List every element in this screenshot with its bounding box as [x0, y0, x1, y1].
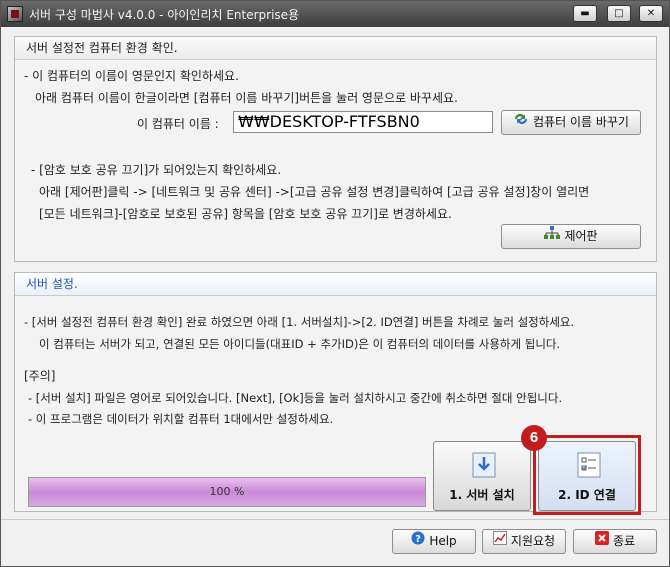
server-setup-wizard-window: 서버 구성 마법사 v4.0.0 - 아이인리치 Enterprise용 ▬ □… — [0, 0, 670, 567]
rename-computer-label: 컴퓨터 이름 바꾸기 — [533, 115, 629, 129]
rename-computer-button[interactable]: 컴퓨터 이름 바꾸기 — [501, 110, 641, 135]
close-button[interactable]: ✕ — [639, 5, 663, 22]
download-arrow-icon — [472, 452, 496, 478]
network-icon — [544, 225, 561, 248]
minimize-button[interactable]: ▬ — [573, 5, 597, 22]
window-title: 서버 구성 마법사 v4.0.0 - 아이인리치 Enterprise용 — [29, 8, 300, 22]
computer-name-label: 이 컴퓨터 이름 : — [137, 117, 219, 131]
server-line-1: - [서버 설정전 컴퓨터 환경 확인] 완료 하였으면 아래 [1. 서버설치… — [24, 315, 575, 329]
server-setup-header: 서버 설정. — [15, 273, 656, 296]
notice-line-2: - 이 프로그램은 데이터가 위치할 컴퓨터 1대에서만 설정하세요. — [28, 412, 334, 426]
step-number-badge: 6 — [521, 425, 547, 451]
env-line-4: 아래 [제어판]클릭 -> [네트워크 및 공유 센터] ->[고급 공유 설정… — [39, 185, 590, 199]
install-progress-bar: 100 % — [28, 477, 426, 507]
notice-title: [주의] — [24, 369, 56, 383]
progress-label: 100 % — [209, 485, 245, 498]
refresh-icon — [513, 111, 529, 134]
install-server-label: 1. 서버 설치 — [449, 488, 515, 502]
close-icon — [594, 530, 609, 553]
env-line-3: - [암호 보호 공유 끄기]가 되어있는지 확인하세요. — [31, 163, 282, 177]
support-request-label: 지원요청 — [510, 534, 556, 548]
server-line-2: 이 컴퓨터는 서버가 되고, 연결된 모든 아이디들(대표ID + 추가ID)은… — [39, 337, 561, 351]
footer-divider — [1, 519, 669, 520]
env-check-header: 서버 설정전 컴퓨터 환경 확인. — [15, 37, 656, 60]
install-server-button[interactable]: 1. 서버 설치 — [433, 441, 531, 511]
control-panel-button[interactable]: 제어판 — [501, 224, 641, 249]
chart-icon — [492, 530, 507, 553]
help-label: Help — [429, 534, 457, 548]
help-button[interactable]: ? Help — [392, 529, 476, 554]
help-icon: ? — [411, 530, 425, 553]
env-line-1: - 이 컴퓨터의 이름이 영문인지 확인하세요. — [24, 69, 239, 83]
app-icon — [7, 6, 23, 22]
step-highlight-box — [533, 435, 641, 515]
svg-text:?: ? — [415, 534, 421, 545]
exit-label: 종료 — [612, 534, 636, 548]
env-line-2: 아래 컴퓨터 이름이 한글이라면 [컴퓨터 이름 바꾸기]버튼을 눌러 영문으로… — [35, 91, 458, 105]
title-bar[interactable]: 서버 구성 마법사 v4.0.0 - 아이인리치 Enterprise용 ▬ □… — [1, 1, 669, 27]
computer-name-field[interactable]: ₩₩DESKTOP-FTFSBN0 — [233, 111, 493, 133]
env-line-5: [모든 네트워크]-[암호로 보호된 공유] 항목을 [암호 보호 공유 끄기]… — [39, 207, 452, 221]
notice-line-1: - [서버 설치] 파일은 영어로 되어있습니다. [Next], [Ok]등을… — [28, 391, 563, 405]
exit-button[interactable]: 종료 — [573, 529, 657, 554]
maximize-button[interactable]: □ — [607, 5, 631, 22]
control-panel-label: 제어판 — [564, 229, 598, 243]
support-request-button[interactable]: 지원요청 — [482, 529, 566, 554]
